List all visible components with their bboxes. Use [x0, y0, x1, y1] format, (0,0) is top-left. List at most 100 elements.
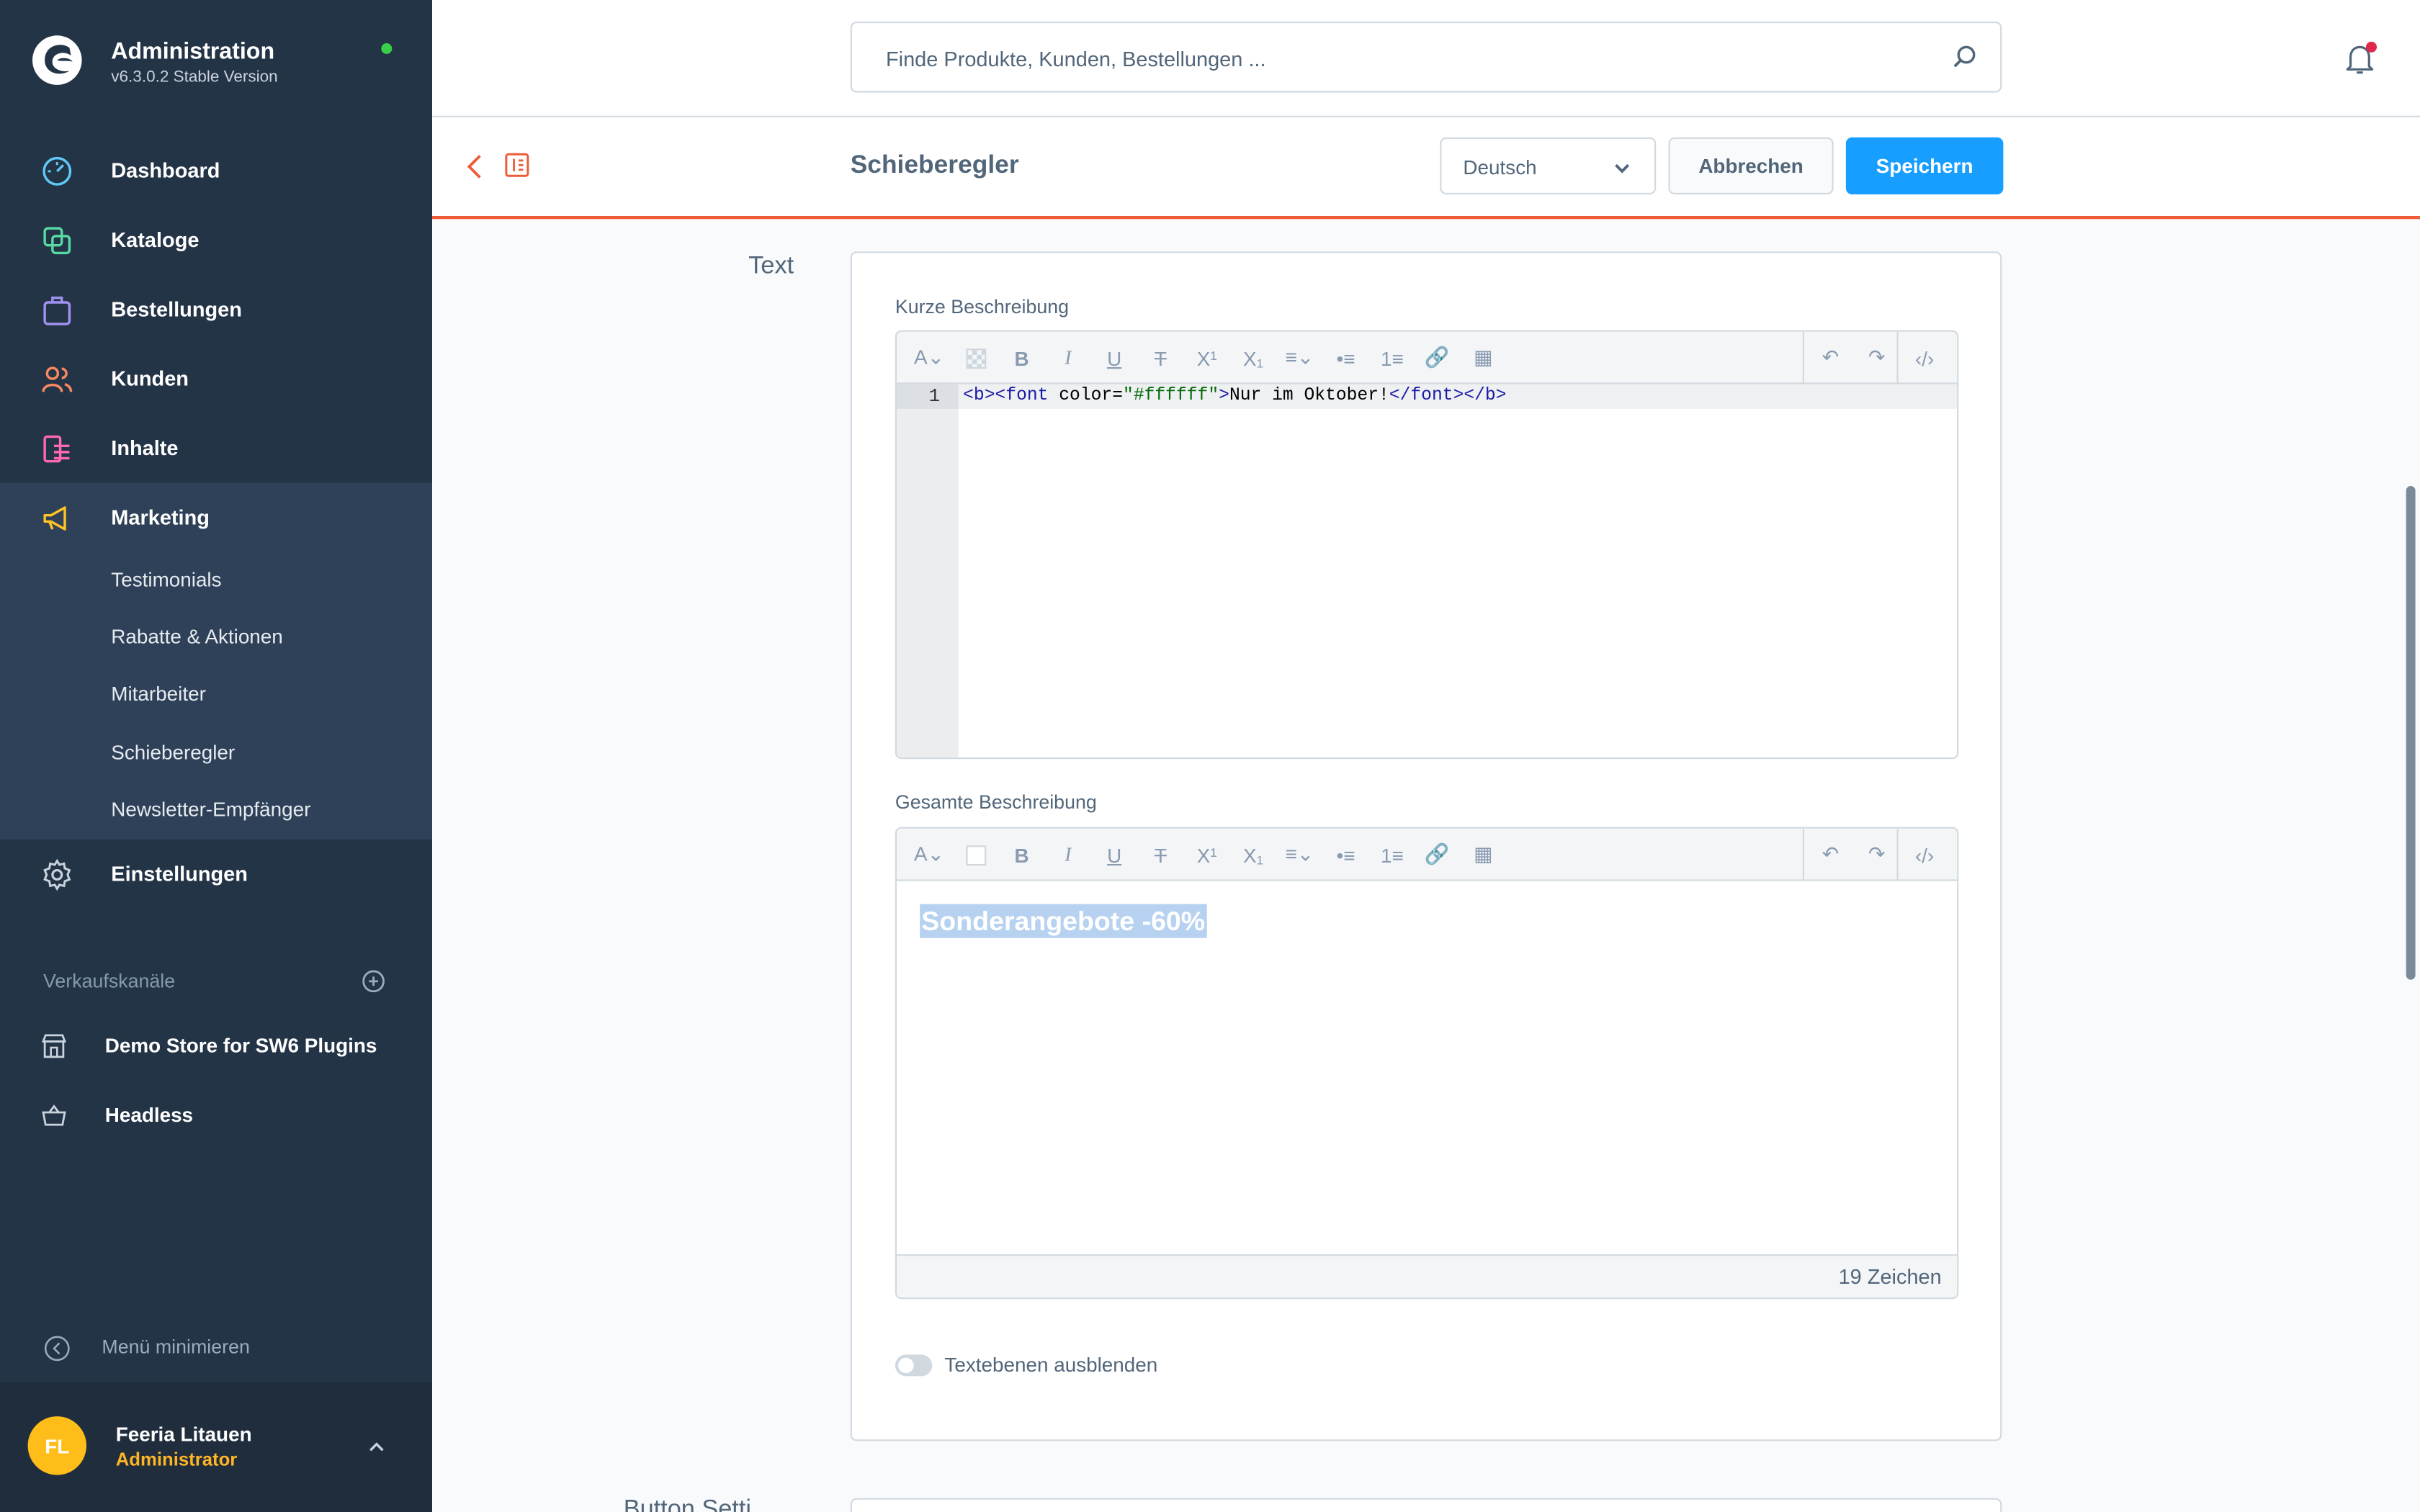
align-icon[interactable]: ≡⌄ [1285, 344, 1314, 372]
text-color-icon[interactable] [962, 344, 990, 372]
hide-text-layers-toggle[interactable] [895, 1354, 933, 1377]
nav-content[interactable]: Inhalte [0, 413, 432, 482]
page-scrollbar[interactable] [2406, 486, 2416, 980]
undo-icon[interactable]: ↶ [1816, 344, 1845, 372]
numbered-list-icon[interactable]: 1≡ [1379, 344, 1407, 372]
button-settings-label: Button Setti... [623, 1496, 772, 1512]
dashboard-icon [42, 156, 72, 185]
customers-icon [42, 366, 73, 392]
link-icon[interactable]: 🔗 [1423, 344, 1451, 372]
minimize-menu[interactable]: Menü minimieren [43, 1333, 413, 1364]
nav-marketing[interactable]: Marketing [0, 483, 432, 552]
nav-customers-label: Kunden [111, 366, 189, 391]
smart-bar: Schieberegler Deutsch Abbrechen Speicher… [432, 117, 2420, 220]
user-profile[interactable]: FL Feeria Litauen Administrator [0, 1382, 432, 1512]
undo-icon[interactable]: ↶ [1816, 841, 1845, 869]
subscript-icon[interactable]: X₁ [1240, 344, 1268, 372]
catalogues-icon [43, 226, 71, 254]
underline-icon[interactable]: U [1101, 344, 1129, 372]
chevron-down-icon [1615, 163, 1630, 174]
sales-channel-demo-store[interactable]: Demo Store for SW6 Plugins [0, 1015, 432, 1077]
brand[interactable]: Administration v6.3.0.2 Stable Version [31, 34, 401, 96]
hide-text-layers-label: Textebenen ausblenden [944, 1353, 1158, 1377]
search-icon[interactable] [1951, 43, 1979, 71]
toolbar-divider [1896, 828, 1899, 881]
nav-catalogues-label: Kataloge [111, 228, 200, 252]
table-icon[interactable]: ▦ [1469, 841, 1497, 869]
nav-settings[interactable]: Einstellungen [0, 840, 432, 909]
sales-channel-headless-label: Headless [104, 1103, 194, 1127]
cancel-button[interactable]: Abbrechen [1668, 137, 1834, 194]
bullet-list-icon[interactable]: •≡ [1332, 344, 1360, 372]
italic-icon[interactable]: I [1054, 344, 1083, 372]
superscript-icon[interactable]: X¹ [1193, 841, 1221, 869]
global-search[interactable] [850, 22, 2002, 93]
nav-testimonials[interactable]: Testimonials [111, 568, 221, 591]
nav-discounts[interactable]: Rabatte & Aktionen [111, 625, 283, 648]
user-role: Administrator [115, 1449, 238, 1471]
strikethrough-icon[interactable]: T [1147, 841, 1175, 869]
line-gutter [897, 384, 959, 758]
notification-badge [2366, 41, 2377, 53]
megaphone-icon [43, 505, 66, 530]
align-icon[interactable]: ≡⌄ [1285, 841, 1314, 869]
subscript-icon[interactable]: X₁ [1240, 841, 1268, 869]
selected-text: Sonderangebote -60% [920, 904, 1207, 938]
chevron-up-icon[interactable] [364, 1435, 389, 1459]
language-select[interactable]: Deutsch [1440, 137, 1657, 194]
language-value: Deutsch [1463, 156, 1537, 179]
add-sales-channel-icon[interactable] [361, 969, 385, 994]
code-view-icon[interactable]: ‹/› [1911, 841, 1939, 869]
avatar: FL [27, 1416, 86, 1475]
nav-dashboard[interactable]: Dashboard [0, 136, 432, 205]
nav-newsletter[interactable]: Newsletter-Empfänger [111, 798, 310, 821]
italic-icon[interactable]: I [1054, 841, 1083, 869]
superscript-icon[interactable]: X¹ [1193, 344, 1221, 372]
sidebar: Administration v6.3.0.2 Stable Version D… [0, 0, 432, 1512]
orders-bag-icon [43, 295, 71, 325]
code-line[interactable]: <b><font color="#ffffff">Nur im Oktober!… [958, 384, 1958, 409]
save-button[interactable]: Speichern [1845, 137, 2004, 194]
back-arrow-icon[interactable] [463, 151, 488, 182]
strikethrough-icon[interactable]: T [1147, 344, 1175, 372]
module-info-icon[interactable] [503, 151, 532, 179]
full-description-label: Gesamte Beschreibung [895, 791, 1097, 814]
bold-icon[interactable]: B [1008, 841, 1036, 869]
top-bar [432, 0, 2420, 117]
wysiwyg-content[interactable]: Sonderangebote -60% [897, 881, 1957, 1256]
bullet-list-icon[interactable]: •≡ [1332, 841, 1360, 869]
redo-icon[interactable]: ↷ [1863, 344, 1891, 372]
nav-orders[interactable]: Bestellungen [0, 274, 432, 343]
nav-customers[interactable]: Kunden [0, 344, 432, 413]
search-input[interactable] [886, 41, 1905, 76]
nav-employees[interactable]: Mitarbeiter [111, 682, 206, 705]
code-token-end-tags: </font></b> [1389, 385, 1507, 406]
basket-icon [42, 1104, 66, 1126]
table-icon[interactable]: ▦ [1469, 344, 1497, 372]
toolbar-divider [1802, 331, 1804, 384]
link-icon[interactable]: 🔗 [1423, 841, 1451, 869]
text-color-icon[interactable] [962, 841, 990, 869]
redo-icon[interactable]: ↷ [1863, 841, 1891, 869]
code-token-attr: color [1059, 385, 1113, 406]
underline-icon[interactable]: U [1101, 841, 1129, 869]
editor-toolbar: A⌄ B I U T X¹ X₁ ≡⌄ •≡ 1≡ 🔗 ▦ ↶ ↷ ‹/› [897, 331, 1958, 384]
text-style-icon[interactable]: A⌄ [914, 841, 944, 869]
sales-channel-demo-store-label: Demo Store for SW6 Plugins [104, 1033, 377, 1057]
user-name: Feeria Litauen [115, 1422, 252, 1446]
sales-channels-title: Verkaufskanäle [43, 970, 176, 992]
numbered-list-icon[interactable]: 1≡ [1379, 841, 1407, 869]
online-status-dot [381, 43, 393, 54]
code-view-icon[interactable]: ‹/› [1911, 344, 1939, 372]
nav-dashboard-label: Dashboard [111, 158, 220, 182]
nav-slider[interactable]: Schieberegler [111, 741, 235, 764]
short-description-code-editor[interactable]: A⌄ B I U T X¹ X₁ ≡⌄ •≡ 1≡ 🔗 ▦ ↶ ↷ ‹/› 1 … [895, 330, 1959, 760]
button-settings-card [850, 1498, 2002, 1512]
shopware-logo-icon [32, 35, 82, 85]
full-description-editor[interactable]: A⌄ B I U T X¹ X₁ ≡⌄ •≡ 1≡ 🔗 ▦ ↶ ↷ ‹/› So… [895, 827, 1959, 1300]
sales-channel-headless[interactable]: Headless [0, 1084, 432, 1146]
nav-content-label: Inhalte [111, 436, 179, 460]
nav-catalogues[interactable]: Kataloge [0, 205, 432, 274]
text-style-icon[interactable]: A⌄ [914, 344, 944, 372]
bold-icon[interactable]: B [1008, 344, 1036, 372]
